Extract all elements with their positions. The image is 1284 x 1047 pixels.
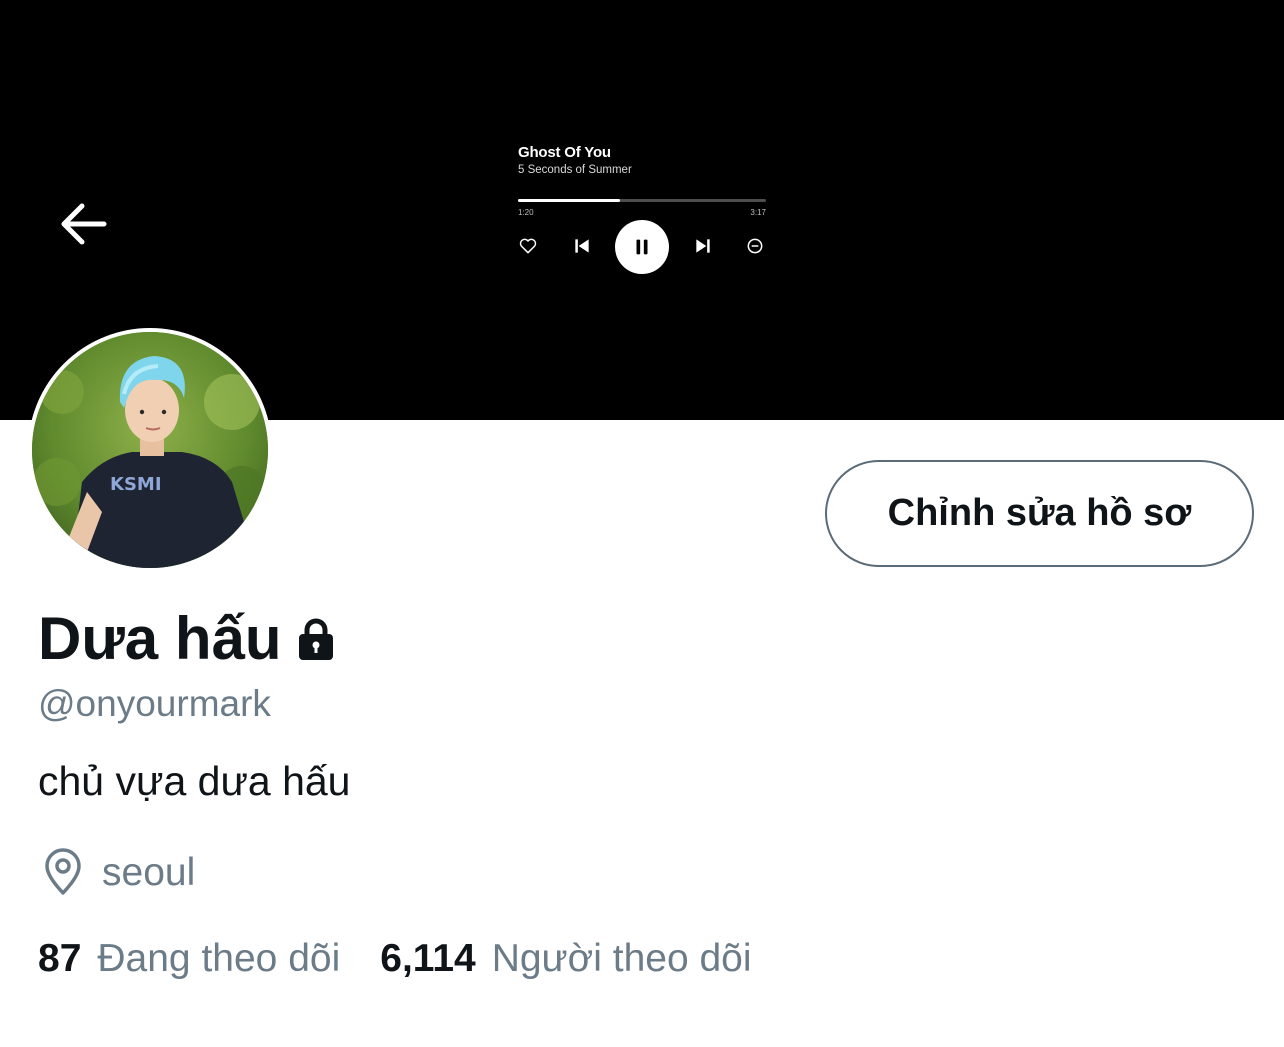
avatar-photo: KSMI	[32, 332, 268, 568]
followers-label: Người theo dõi	[491, 937, 752, 980]
pause-icon	[615, 220, 669, 274]
progress-fill	[518, 199, 620, 202]
music-player-card: Ghost Of You 5 Seconds of Summer 1:20 3:…	[514, 140, 774, 280]
avatar[interactable]: KSMI	[28, 328, 272, 572]
heart-icon	[516, 234, 540, 258]
song-title: Ghost Of You	[518, 144, 611, 161]
progress-bar	[518, 199, 766, 202]
following-count: 87	[38, 937, 82, 980]
edit-profile-button[interactable]: Chỉnh sửa hồ sơ	[825, 460, 1254, 567]
following-label: Đang theo dõi	[97, 937, 341, 980]
time-elapsed: 1:20	[518, 208, 534, 217]
display-name-row: Dưa hấu	[38, 604, 340, 673]
followers-link[interactable]: 6,114 Người theo dõi	[380, 937, 751, 981]
location-pin-icon	[38, 848, 88, 898]
following-link[interactable]: 87 Đang theo dõi	[38, 937, 340, 981]
time-total: 3:17	[750, 208, 766, 217]
previous-icon	[570, 234, 594, 258]
next-icon	[691, 234, 715, 258]
follow-stats: 87 Đang theo dõi 6,114 Người theo dõi	[38, 937, 752, 981]
location-text: seoul	[102, 851, 196, 894]
display-name: Dưa hấu	[38, 605, 282, 672]
username-handle: @onyourmark	[38, 683, 271, 724]
location-row: seoul	[38, 848, 195, 898]
svg-text:KSMI: KSMI	[110, 474, 162, 495]
song-artist: 5 Seconds of Summer	[518, 164, 632, 176]
followers-count: 6,114	[380, 937, 476, 980]
back-button[interactable]	[52, 192, 116, 256]
lock-icon	[292, 615, 340, 663]
profile-bio: chủ vựa dưa hấu	[38, 758, 351, 804]
minus-circle-icon	[743, 234, 767, 258]
profile-page: Ghost Of You 5 Seconds of Summer 1:20 3:…	[0, 0, 1284, 1047]
arrow-left-icon	[61, 203, 107, 245]
